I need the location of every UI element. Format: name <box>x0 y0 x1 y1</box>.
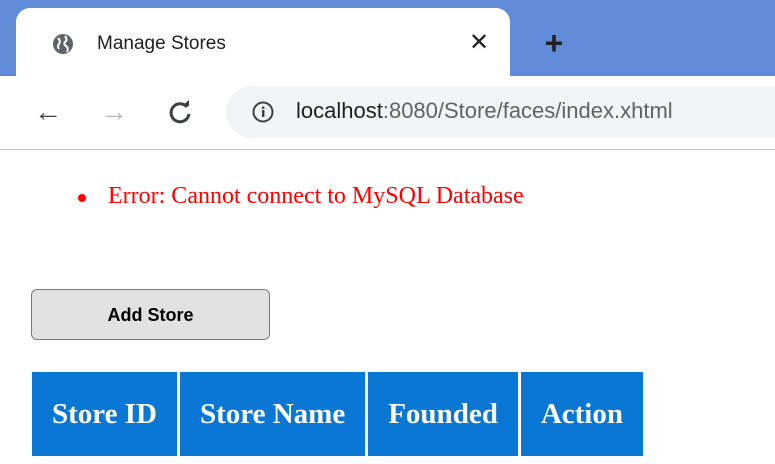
bullet-icon <box>78 194 86 202</box>
column-header-action: Action <box>519 372 643 456</box>
error-text: Error: Cannot connect to MySQL Database <box>108 183 524 209</box>
browser-toolbar: ← → localhost:8080/Store/faces/index.xht… <box>0 76 775 150</box>
close-icon[interactable]: ✕ <box>466 30 492 56</box>
forward-arrow-icon[interactable]: → <box>94 92 134 132</box>
add-store-button[interactable]: Add Store <box>31 289 270 340</box>
globe-icon <box>52 33 74 55</box>
store-table: Store ID Store Name Founded Action <box>32 372 643 456</box>
browser-tabstrip: Manage Stores ✕ + <box>0 0 775 78</box>
info-icon[interactable] <box>252 101 274 123</box>
reload-icon[interactable] <box>160 92 200 132</box>
url-path: :8080/Store/faces/index.xhtml <box>382 98 673 123</box>
error-message: Error: Cannot connect to MySQL Database <box>0 183 524 210</box>
column-header-founded: Founded <box>366 372 521 456</box>
column-header-store-name: Store Name <box>178 372 369 456</box>
column-header-store-id: Store ID <box>32 372 180 456</box>
url-text[interactable]: localhost:8080/Store/faces/index.xhtml <box>296 98 673 124</box>
address-bar[interactable]: localhost:8080/Store/faces/index.xhtml <box>226 86 775 138</box>
new-tab-button[interactable]: + <box>538 27 570 59</box>
back-arrow-icon[interactable]: ← <box>28 92 68 132</box>
tab-title: Manage Stores <box>97 33 226 54</box>
error-messages: Error: Cannot connect to MySQL Database <box>0 183 524 210</box>
table-header-row: Store ID Store Name Founded Action <box>32 372 643 456</box>
browser-tab[interactable]: Manage Stores ✕ <box>16 8 510 78</box>
url-host: localhost <box>296 98 383 123</box>
